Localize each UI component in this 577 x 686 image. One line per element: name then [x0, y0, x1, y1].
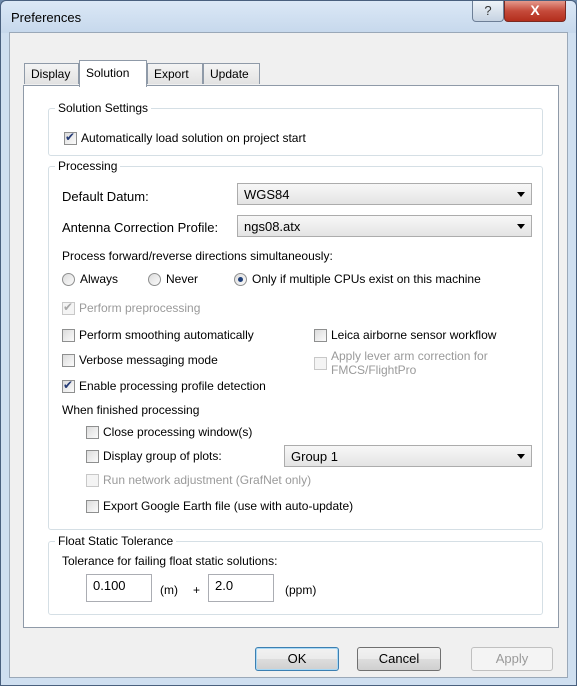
processing-label: Processing: [55, 159, 121, 173]
verbose-label: Verbose messaging mode: [79, 353, 218, 367]
close-windows-label: Close processing window(s): [103, 425, 253, 439]
checkbox-box[interactable]: [86, 449, 99, 463]
ppm-unit-label: (ppm): [285, 583, 317, 597]
auto-load-label: Automatically load solution on project s…: [81, 131, 306, 145]
radio-multi-cpu-label: Only if multiple CPUs exist on this mach…: [252, 272, 481, 286]
tolerance-m-input[interactable]: 0.100: [86, 574, 152, 602]
perform-smoothing-label: Perform smoothing automatically: [79, 328, 254, 342]
close-button[interactable]: X: [504, 1, 566, 22]
default-datum-label: Default Datum:: [62, 189, 149, 204]
solution-tab-panel: Solution Settings Automatically load sol…: [23, 85, 559, 628]
chevron-down-icon: [517, 454, 525, 459]
lever-arm-text: Apply lever arm correction for: [331, 349, 488, 363]
default-datum-select[interactable]: WGS84: [237, 183, 532, 205]
tolerance-label: Tolerance for failing float static solut…: [62, 554, 278, 568]
checkbox-box[interactable]: [86, 425, 99, 439]
checkbox-box[interactable]: [62, 378, 75, 393]
perform-preprocessing-checkbox: Perform preprocessing: [62, 300, 201, 315]
radio-dot[interactable]: [234, 272, 247, 286]
default-datum-value: WGS84: [244, 187, 290, 202]
display-plots-label: Display group of plots:: [103, 449, 222, 463]
close-windows-checkbox[interactable]: Close processing window(s): [86, 425, 252, 439]
tab-export[interactable]: Export: [147, 63, 203, 84]
radio-multi-cpu[interactable]: Only if multiple CPUs exist on this mach…: [234, 272, 481, 286]
solution-settings-label: Solution Settings: [55, 101, 152, 115]
checkbox-box[interactable]: [64, 130, 77, 145]
lever-arm-text-2: FMCS/FlightPro: [331, 363, 417, 377]
tolerance-ppm-input[interactable]: 2.0: [208, 574, 274, 602]
process-directions-label: Process forward/reverse directions simul…: [62, 249, 333, 263]
chevron-down-icon: [517, 224, 525, 229]
enable-profile-checkbox[interactable]: Enable processing profile detection: [62, 378, 266, 393]
perform-smoothing-checkbox[interactable]: Perform smoothing automatically: [62, 328, 254, 342]
plus-label: +: [193, 583, 201, 597]
antenna-profile-select[interactable]: ngs08.atx: [237, 215, 532, 237]
tab-solution[interactable]: Solution: [79, 60, 147, 87]
perform-preprocessing-label: Perform preprocessing: [79, 301, 201, 315]
export-google-earth-label: Export Google Earth file (use with auto-…: [103, 499, 354, 513]
radio-never-label: Never: [166, 272, 199, 286]
antenna-profile-label: Antenna Correction Profile:: [62, 220, 219, 235]
window-title: Preferences: [11, 10, 82, 25]
plot-group-select[interactable]: Group 1: [284, 445, 532, 467]
verbose-checkbox[interactable]: Verbose messaging mode: [62, 353, 218, 367]
lever-arm-checkbox: Apply lever arm correction for FMCS/Fligh…: [314, 349, 488, 377]
auto-load-checkbox[interactable]: Automatically load solution on project s…: [64, 130, 306, 145]
radio-dot[interactable]: [62, 272, 75, 286]
checkbox-box[interactable]: [62, 328, 75, 342]
radio-never[interactable]: Never: [148, 272, 198, 286]
title-bar[interactable]: Preferences ? X: [1, 1, 576, 33]
antenna-profile-value: ngs08.atx: [244, 219, 301, 234]
radio-dot[interactable]: [148, 272, 161, 286]
checkbox-box[interactable]: [86, 499, 99, 513]
when-finished-label: When finished processing: [62, 403, 200, 417]
run-network-label: Run network adjustment (GrafNet only): [103, 473, 312, 487]
display-plots-checkbox[interactable]: Display group of plots:: [86, 449, 222, 463]
checkbox-box[interactable]: [62, 353, 75, 367]
radio-always[interactable]: Always: [62, 272, 118, 286]
checkbox-box[interactable]: [314, 328, 327, 342]
help-button[interactable]: ?: [472, 1, 504, 22]
checkbox-box: [62, 300, 75, 315]
cancel-button[interactable]: Cancel: [357, 647, 441, 671]
m-unit-label: (m): [160, 583, 178, 597]
lever-arm-label: Apply lever arm correction for FMCS/Fligh…: [331, 349, 488, 377]
checkbox-box: [86, 473, 99, 487]
enable-profile-label: Enable processing profile detection: [79, 379, 266, 393]
leica-airborne-checkbox[interactable]: Leica airborne sensor workflow: [314, 328, 496, 342]
ok-button[interactable]: OK: [255, 647, 339, 671]
leica-airborne-label: Leica airborne sensor workflow: [331, 328, 497, 342]
float-static-label: Float Static Tolerance: [55, 534, 177, 548]
chevron-down-icon: [517, 192, 525, 197]
radio-always-label: Always: [80, 272, 119, 286]
apply-button: Apply: [471, 647, 553, 671]
tab-display[interactable]: Display: [24, 63, 79, 84]
run-network-checkbox: Run network adjustment (GrafNet only): [86, 473, 311, 487]
tab-update[interactable]: Update: [203, 63, 260, 84]
plot-group-value: Group 1: [291, 449, 338, 464]
export-google-earth-checkbox[interactable]: Export Google Earth file (use with auto-…: [86, 499, 353, 513]
checkbox-box: [314, 357, 327, 370]
